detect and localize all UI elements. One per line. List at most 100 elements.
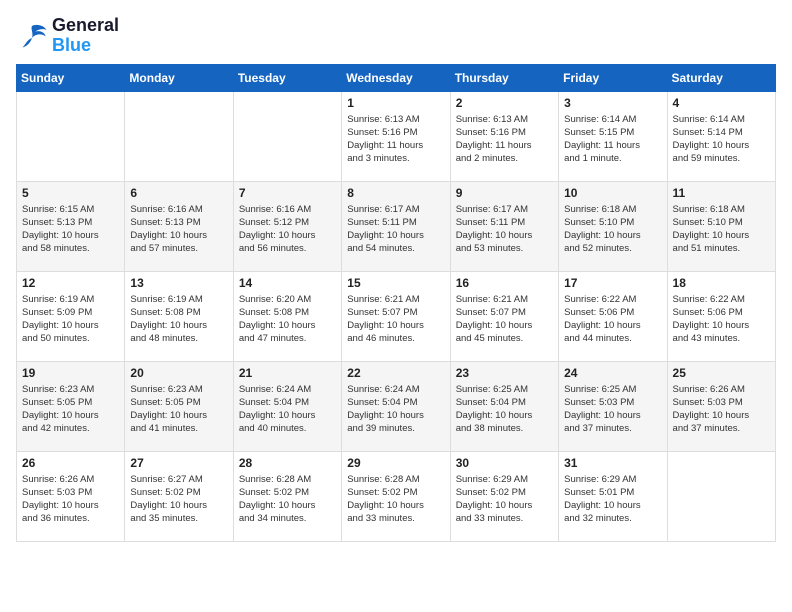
day-info: Sunrise: 6:16 AM Sunset: 5:12 PM Dayligh… [239,203,336,256]
calendar-cell: 13 Sunrise: 6:19 AM Sunset: 5:08 PM Dayli… [125,271,233,361]
day-info: Sunrise: 6:26 AM Sunset: 5:03 PM Dayligh… [673,383,770,436]
calendar-cell: 31 Sunrise: 6:29 AM Sunset: 5:01 PM Dayli… [559,451,667,541]
calendar-cell: 15 Sunrise: 6:21 AM Sunset: 5:07 PM Dayli… [342,271,450,361]
day-info: Sunrise: 6:24 AM Sunset: 5:04 PM Dayligh… [239,383,336,436]
calendar-cell [125,91,233,181]
day-number: 28 [239,456,336,470]
calendar-table: SundayMondayTuesdayWednesdayThursdayFrid… [16,64,776,542]
calendar-cell: 2 Sunrise: 6:13 AM Sunset: 5:16 PM Daylig… [450,91,558,181]
calendar-cell: 20 Sunrise: 6:23 AM Sunset: 5:05 PM Dayli… [125,361,233,451]
day-number: 6 [130,186,227,200]
day-info: Sunrise: 6:29 AM Sunset: 5:02 PM Dayligh… [456,473,553,526]
calendar-cell: 3Sunrise: 6:14 AM Sunset: 5:15 PM Daylig… [559,91,667,181]
day-info: Sunrise: 6:24 AM Sunset: 5:04 PM Dayligh… [347,383,444,436]
day-info: Sunrise: 6:16 AM Sunset: 5:13 PM Dayligh… [130,203,227,256]
calendar-cell: 30 Sunrise: 6:29 AM Sunset: 5:02 PM Dayli… [450,451,558,541]
calendar-cell: 11 Sunrise: 6:18 AM Sunset: 5:10 PM Dayli… [667,181,775,271]
day-number: 15 [347,276,444,290]
day-number: 27 [130,456,227,470]
day-number: 14 [239,276,336,290]
calendar-cell: 17 Sunrise: 6:22 AM Sunset: 5:06 PM Dayli… [559,271,667,361]
day-number: 8 [347,186,444,200]
day-info: Sunrise: 6:13 AM Sunset: 5:16 PM Dayligh… [347,113,444,166]
calendar-week-1: 1 Sunrise: 6:13 AM Sunset: 5:16 PM Daylig… [17,91,776,181]
day-info: Sunrise: 6:22 AM Sunset: 5:06 PM Dayligh… [673,293,770,346]
day-info: Sunrise: 6:25 AM Sunset: 5:04 PM Dayligh… [456,383,553,436]
day-info: Sunrise: 6:27 AM Sunset: 5:02 PM Dayligh… [130,473,227,526]
day-number: 18 [673,276,770,290]
day-number: 29 [347,456,444,470]
day-info: Sunrise: 6:18 AM Sunset: 5:10 PM Dayligh… [673,203,770,256]
weekday-header-wednesday: Wednesday [342,64,450,91]
calendar-cell: 12 Sunrise: 6:19 AM Sunset: 5:09 PM Dayli… [17,271,125,361]
day-info: Sunrise: 6:17 AM Sunset: 5:11 PM Dayligh… [456,203,553,256]
day-info: Sunrise: 6:17 AM Sunset: 5:11 PM Dayligh… [347,203,444,256]
calendar-cell: 9 Sunrise: 6:17 AM Sunset: 5:11 PM Daylig… [450,181,558,271]
calendar-cell [17,91,125,181]
day-number: 21 [239,366,336,380]
day-number: 26 [22,456,119,470]
day-number: 10 [564,186,661,200]
day-info: Sunrise: 6:26 AM Sunset: 5:03 PM Dayligh… [22,473,119,526]
logo-text: GeneralBlue [52,16,119,56]
day-number: 16 [456,276,553,290]
day-number: 22 [347,366,444,380]
calendar-cell: 7Sunrise: 6:16 AM Sunset: 5:12 PM Daylig… [233,181,341,271]
calendar-cell: 28 Sunrise: 6:28 AM Sunset: 5:02 PM Dayli… [233,451,341,541]
day-number: 20 [130,366,227,380]
calendar-cell: 6 Sunrise: 6:16 AM Sunset: 5:13 PM Daylig… [125,181,233,271]
weekday-header-friday: Friday [559,64,667,91]
day-info: Sunrise: 6:28 AM Sunset: 5:02 PM Dayligh… [239,473,336,526]
calendar-cell: 29Sunrise: 6:28 AM Sunset: 5:02 PM Dayli… [342,451,450,541]
day-number: 24 [564,366,661,380]
day-info: Sunrise: 6:19 AM Sunset: 5:09 PM Dayligh… [22,293,119,346]
day-info: Sunrise: 6:19 AM Sunset: 5:08 PM Dayligh… [130,293,227,346]
day-info: Sunrise: 6:14 AM Sunset: 5:14 PM Dayligh… [673,113,770,166]
day-info: Sunrise: 6:13 AM Sunset: 5:16 PM Dayligh… [456,113,553,166]
day-info: Sunrise: 6:23 AM Sunset: 5:05 PM Dayligh… [130,383,227,436]
logo-bird-icon [16,22,48,50]
page-header: GeneralBlue [16,16,776,56]
weekday-header-saturday: Saturday [667,64,775,91]
calendar-cell [667,451,775,541]
day-number: 1 [347,96,444,110]
calendar-cell: 10 Sunrise: 6:18 AM Sunset: 5:10 PM Dayli… [559,181,667,271]
logo: GeneralBlue [16,16,119,56]
day-number: 12 [22,276,119,290]
day-number: 11 [673,186,770,200]
day-number: 9 [456,186,553,200]
day-info: Sunrise: 6:29 AM Sunset: 5:01 PM Dayligh… [564,473,661,526]
day-number: 23 [456,366,553,380]
calendar-cell: 19Sunrise: 6:23 AM Sunset: 5:05 PM Dayli… [17,361,125,451]
calendar-cell: 26 Sunrise: 6:26 AM Sunset: 5:03 PM Dayli… [17,451,125,541]
day-info: Sunrise: 6:15 AM Sunset: 5:13 PM Dayligh… [22,203,119,256]
day-number: 13 [130,276,227,290]
day-number: 31 [564,456,661,470]
weekday-header-sunday: Sunday [17,64,125,91]
calendar-cell: 8 Sunrise: 6:17 AM Sunset: 5:11 PM Daylig… [342,181,450,271]
calendar-cell: 14Sunrise: 6:20 AM Sunset: 5:08 PM Dayli… [233,271,341,361]
weekday-header-monday: Monday [125,64,233,91]
day-number: 17 [564,276,661,290]
day-number: 30 [456,456,553,470]
calendar-cell: 24 Sunrise: 6:25 AM Sunset: 5:03 PM Dayli… [559,361,667,451]
calendar-cell: 16Sunrise: 6:21 AM Sunset: 5:07 PM Dayli… [450,271,558,361]
day-info: Sunrise: 6:18 AM Sunset: 5:10 PM Dayligh… [564,203,661,256]
calendar-week-4: 19Sunrise: 6:23 AM Sunset: 5:05 PM Dayli… [17,361,776,451]
calendar-cell: 5Sunrise: 6:15 AM Sunset: 5:13 PM Daylig… [17,181,125,271]
day-info: Sunrise: 6:22 AM Sunset: 5:06 PM Dayligh… [564,293,661,346]
day-number: 3 [564,96,661,110]
day-number: 2 [456,96,553,110]
calendar-cell [233,91,341,181]
day-info: Sunrise: 6:21 AM Sunset: 5:07 PM Dayligh… [347,293,444,346]
calendar-cell: 18 Sunrise: 6:22 AM Sunset: 5:06 PM Dayli… [667,271,775,361]
day-info: Sunrise: 6:25 AM Sunset: 5:03 PM Dayligh… [564,383,661,436]
weekday-header-row: SundayMondayTuesdayWednesdayThursdayFrid… [17,64,776,91]
calendar-week-3: 12 Sunrise: 6:19 AM Sunset: 5:09 PM Dayli… [17,271,776,361]
weekday-header-thursday: Thursday [450,64,558,91]
calendar-cell: 25Sunrise: 6:26 AM Sunset: 5:03 PM Dayli… [667,361,775,451]
day-number: 4 [673,96,770,110]
calendar-cell: 22 Sunrise: 6:24 AM Sunset: 5:04 PM Dayli… [342,361,450,451]
calendar-week-5: 26 Sunrise: 6:26 AM Sunset: 5:03 PM Dayli… [17,451,776,541]
day-info: Sunrise: 6:23 AM Sunset: 5:05 PM Dayligh… [22,383,119,436]
